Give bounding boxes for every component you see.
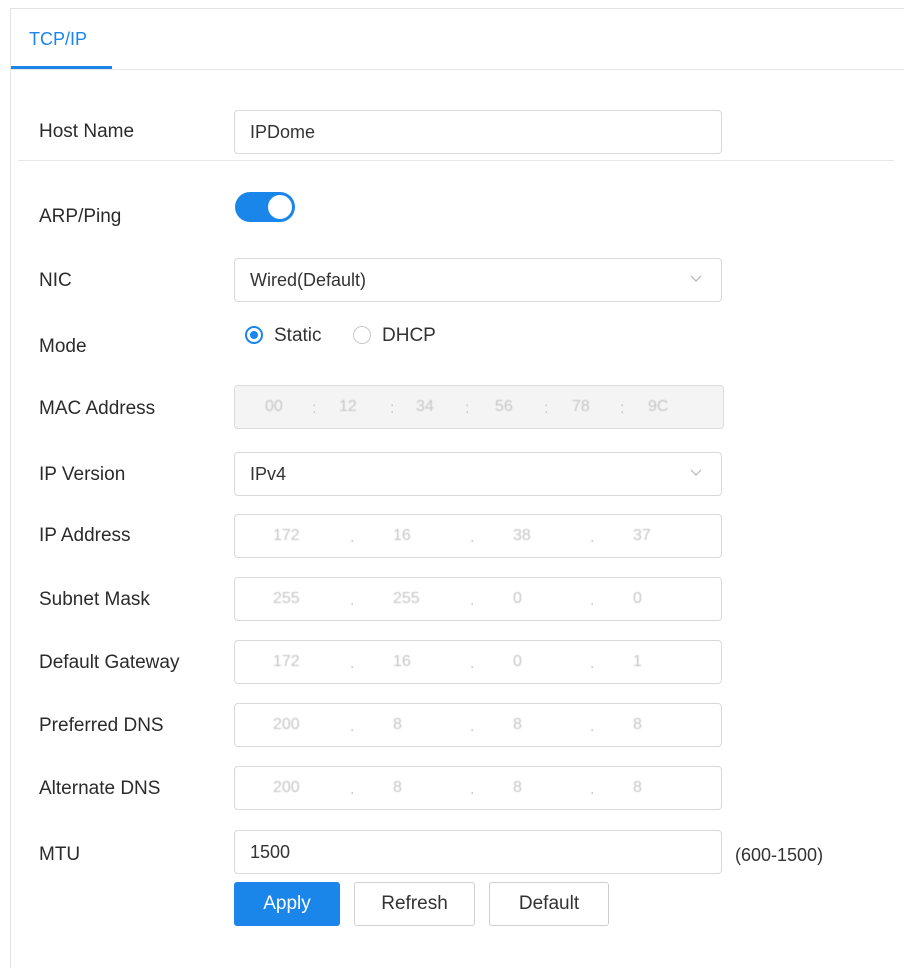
subnet-mask-input[interactable]: 255 . 255 . 0 . 0: [234, 577, 722, 621]
preferred-dns-input[interactable]: 200 . 8 . 8 . 8: [234, 703, 722, 747]
mode-option-static-label: Static: [274, 325, 322, 346]
ip-octet: 16: [393, 653, 411, 670]
host-name-input[interactable]: IPDome: [234, 110, 722, 154]
subnet-mask-label: Subnet Mask: [39, 589, 150, 610]
radio-checked-icon: [245, 326, 263, 344]
mac-separator: :: [544, 400, 549, 417]
octet-separator: .: [350, 655, 355, 672]
octet-separator: .: [350, 529, 355, 546]
mac-address-field: 00 : 12 : 34 : 56 : 78 : 9C: [234, 385, 724, 429]
mac-segment: 00: [265, 398, 283, 415]
default-gateway-input[interactable]: 172 . 16 . 0 . 1: [234, 640, 722, 684]
alternate-dns-input[interactable]: 200 . 8 . 8 . 8: [234, 766, 722, 810]
mac-segment: 34: [416, 398, 434, 415]
octet-separator: .: [470, 781, 475, 798]
ip-octet: 0: [513, 590, 522, 607]
octet-separator: .: [590, 781, 595, 798]
host-name-label: Host Name: [39, 121, 135, 142]
octet-separator: .: [350, 781, 355, 798]
chevron-down-icon: [690, 275, 702, 282]
ip-octet: 0: [633, 590, 642, 607]
ip-octet: 172: [273, 527, 300, 544]
mode-label: Mode: [39, 336, 87, 357]
mtu-input[interactable]: 1500: [234, 830, 722, 874]
octet-separator: .: [470, 592, 475, 609]
octet-separator: .: [350, 592, 355, 609]
nic-select[interactable]: Wired(Default): [234, 258, 722, 302]
octet-separator: .: [350, 718, 355, 735]
mac-separator: :: [390, 400, 395, 417]
mtu-range-hint: (600-1500): [735, 845, 824, 865]
tab-tcp-ip[interactable]: TCP/IP: [11, 9, 112, 69]
section-divider: [18, 160, 894, 161]
ip-octet: 8: [393, 716, 402, 733]
mac-segment: 56: [495, 398, 513, 415]
octet-separator: .: [590, 718, 595, 735]
default-button[interactable]: Default: [489, 882, 609, 926]
chevron-down-icon: [690, 469, 702, 476]
ip-octet: 200: [273, 779, 300, 796]
mac-separator: :: [620, 400, 625, 417]
radio-unchecked-icon: [353, 326, 371, 344]
ip-octet: 255: [393, 590, 420, 607]
alternate-dns-label: Alternate DNS: [39, 778, 161, 799]
refresh-button[interactable]: Refresh: [354, 882, 475, 926]
mac-address-label: MAC Address: [39, 398, 156, 419]
mac-segment: 9C: [648, 398, 669, 415]
mac-separator: :: [312, 400, 317, 417]
ip-octet: 8: [633, 779, 642, 796]
apply-button[interactable]: Apply: [234, 882, 340, 926]
mode-option-dhcp-label: DHCP: [382, 325, 436, 346]
ip-octet: 8: [633, 716, 642, 733]
octet-separator: .: [470, 718, 475, 735]
ip-octet: 0: [513, 653, 522, 670]
default-gateway-label: Default Gateway: [39, 652, 180, 673]
ip-octet: 38: [513, 527, 531, 544]
preferred-dns-label: Preferred DNS: [39, 715, 164, 736]
ip-octet: 16: [393, 527, 411, 544]
nic-selected-value: Wired(Default): [250, 270, 367, 290]
octet-separator: .: [470, 655, 475, 672]
octet-separator: .: [590, 592, 595, 609]
mtu-label: MTU: [39, 844, 81, 865]
ip-octet: 255: [273, 590, 300, 607]
ip-octet: 172: [273, 653, 300, 670]
mac-segment: 78: [572, 398, 590, 415]
ip-address-input[interactable]: 172 . 16 . 38 . 37: [234, 514, 722, 558]
octet-separator: .: [590, 529, 595, 546]
ip-octet: 8: [513, 716, 522, 733]
ip-octet: 37: [633, 527, 651, 544]
tab-bar: TCP/IP: [11, 9, 904, 70]
ip-version-label: IP Version: [39, 464, 126, 485]
arp-ping-label: ARP/Ping: [39, 206, 122, 227]
octet-separator: .: [470, 529, 475, 546]
ip-version-select[interactable]: IPv4: [234, 452, 722, 496]
ip-octet: 8: [513, 779, 522, 796]
mac-separator: :: [465, 400, 470, 417]
nic-label: NIC: [39, 270, 72, 291]
toggle-knob: [268, 195, 292, 219]
ip-octet: 8: [393, 779, 402, 796]
ip-address-label: IP Address: [39, 525, 131, 546]
mac-segment: 12: [339, 398, 357, 415]
octet-separator: .: [590, 655, 595, 672]
ip-version-selected-value: IPv4: [250, 464, 287, 484]
ip-octet: 200: [273, 716, 300, 733]
ip-octet: 1: [633, 653, 642, 670]
arp-ping-toggle[interactable]: [235, 192, 295, 222]
